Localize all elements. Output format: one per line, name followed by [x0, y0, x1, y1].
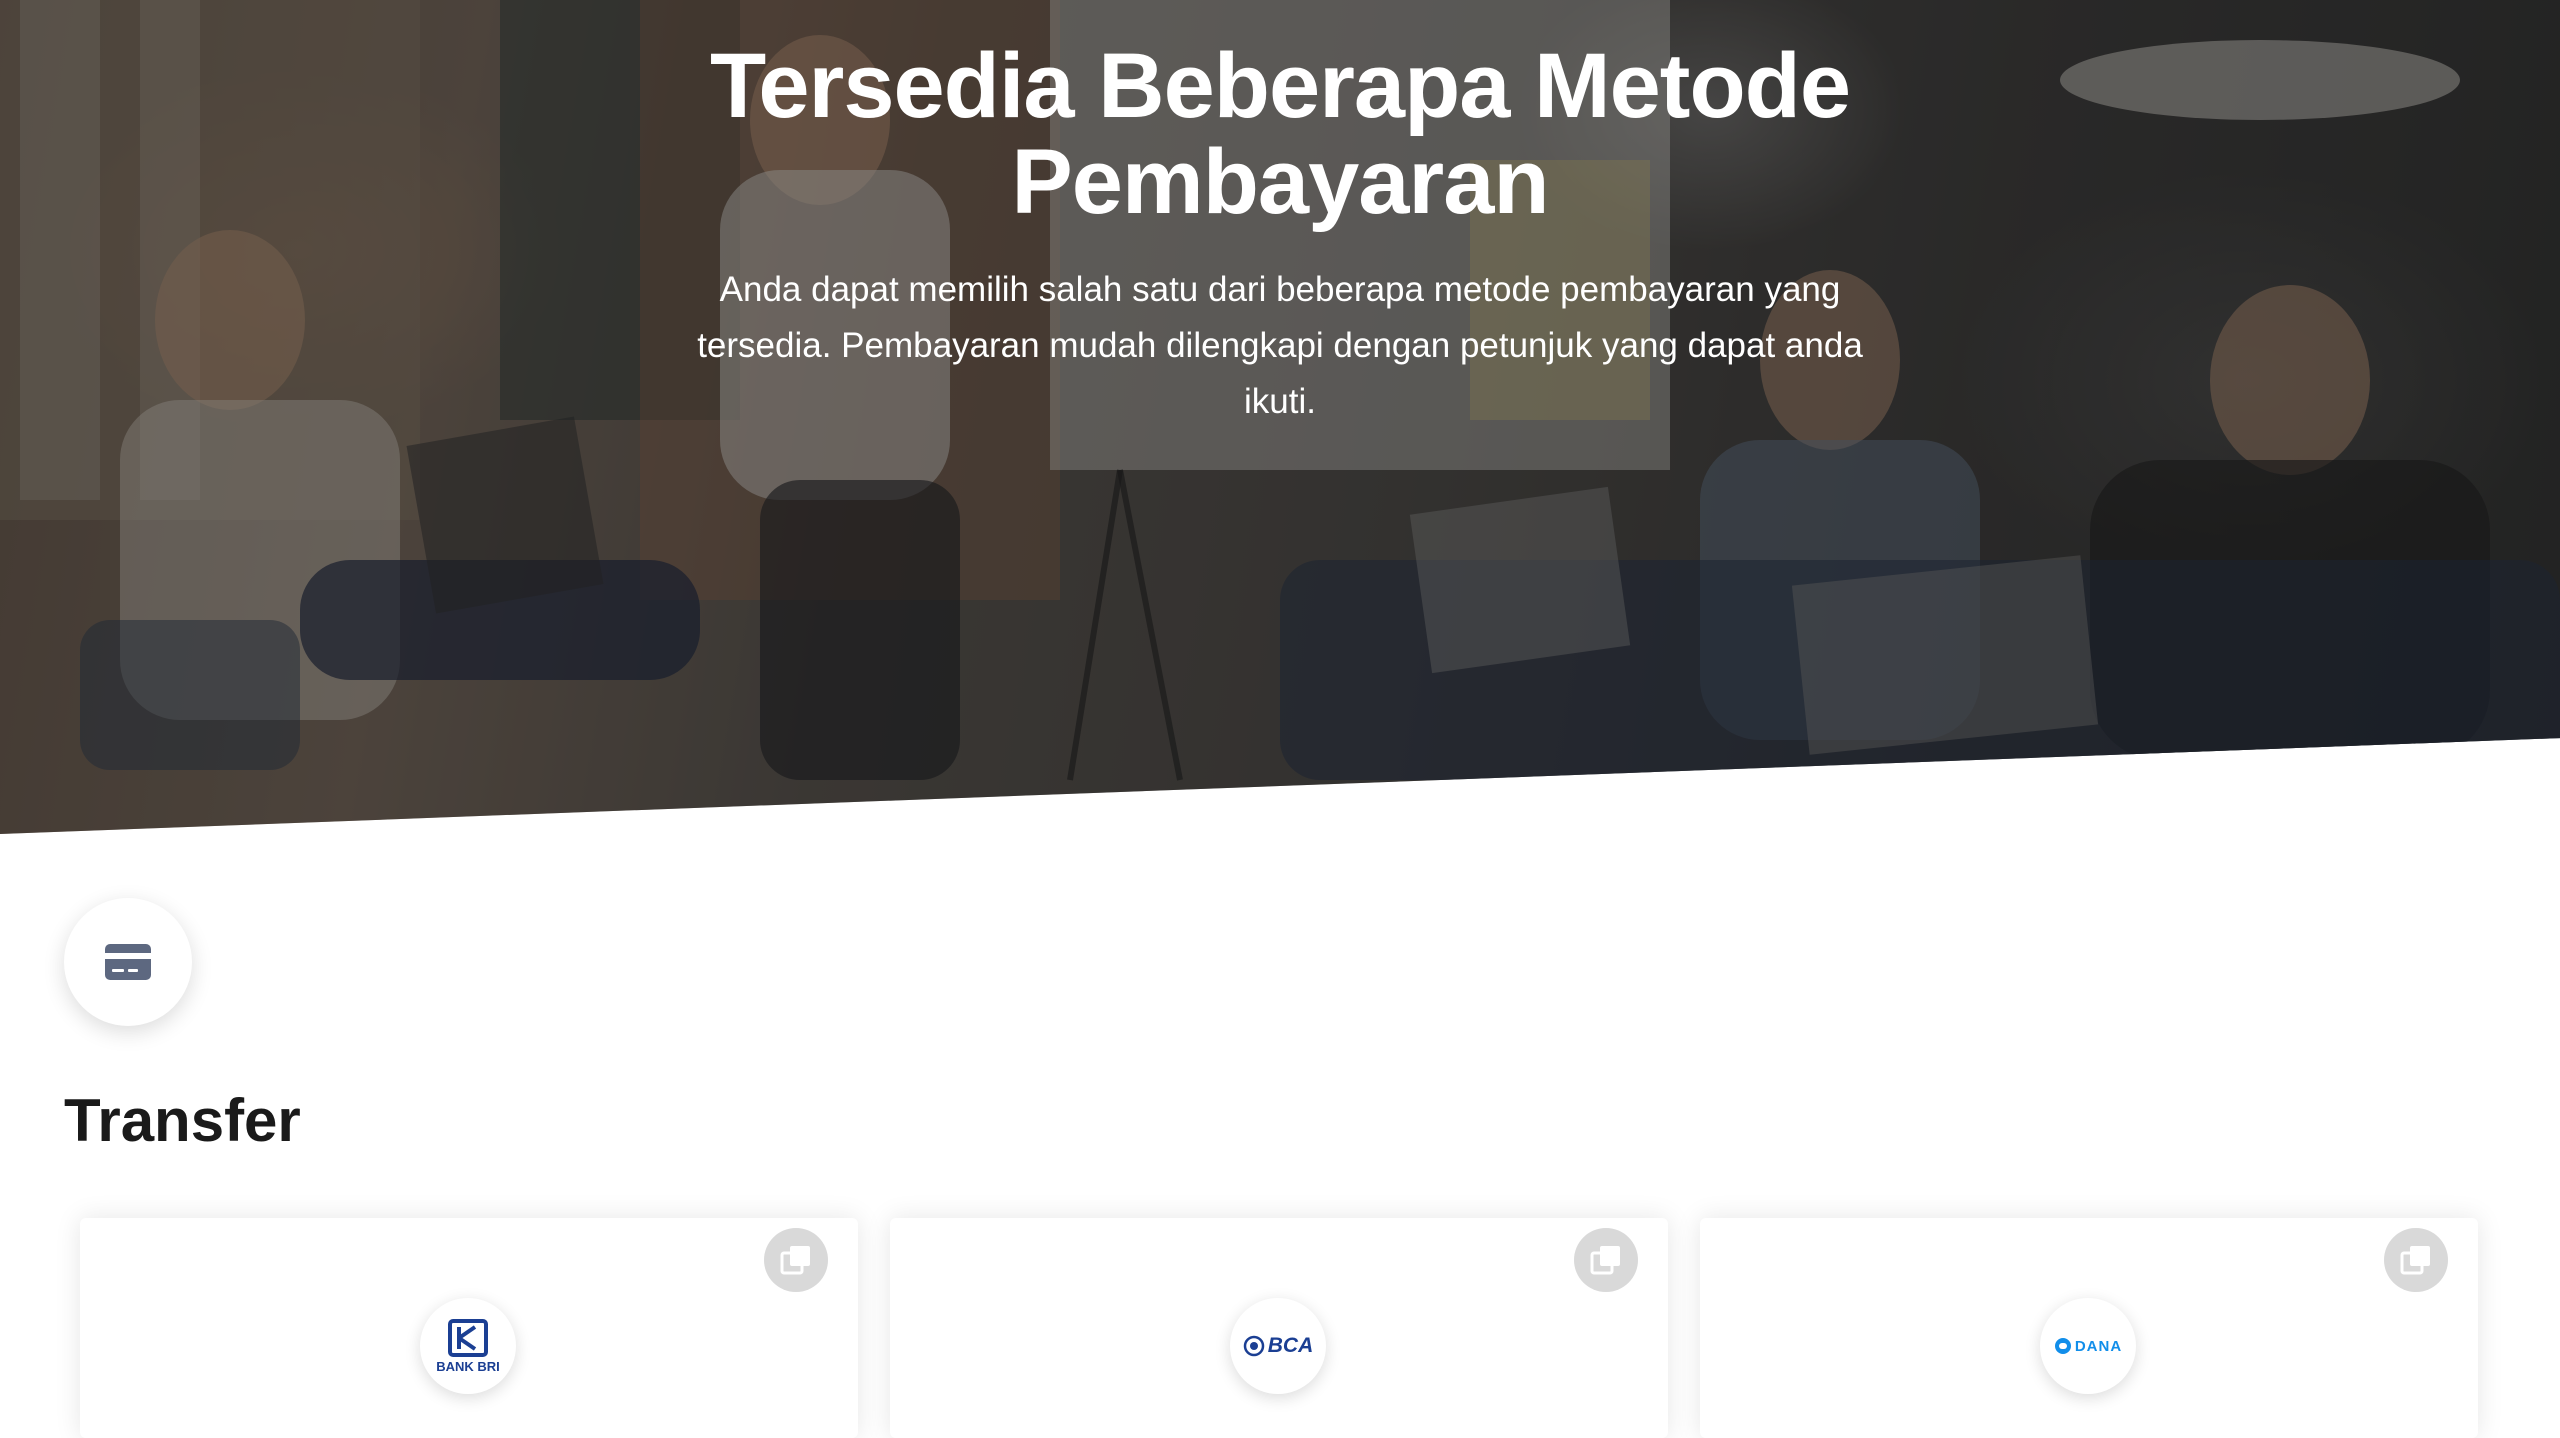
- payment-card-dana[interactable]: DANA: [1700, 1218, 2478, 1438]
- copy-button[interactable]: [2384, 1228, 2448, 1292]
- hero-subtitle: Anda dapat memilih salah satu dari beber…: [697, 270, 1863, 421]
- section-title: Transfer: [64, 1087, 301, 1154]
- credit-card-icon: [105, 944, 151, 980]
- copy-icon: [2400, 1246, 2430, 1275]
- bca-logo-mark: [1243, 1335, 1264, 1357]
- payment-card-bri[interactable]: BANK BRI: [80, 1218, 858, 1438]
- copy-icon: [780, 1246, 810, 1275]
- credit-card-icon-badge: [64, 898, 192, 1026]
- hero-banner: Tersedia Beberapa Metode Pembayaran Anda…: [0, 0, 2560, 834]
- bca-logo: BCA: [1230, 1298, 1326, 1394]
- dana-logo-mark: [2054, 1338, 2071, 1354]
- dana-logo: DANA: [2040, 1298, 2136, 1394]
- copy-button[interactable]: [1574, 1228, 1638, 1292]
- hero-title: Tersedia Beberapa Metode Pembayaran: [709, 35, 1851, 233]
- payment-card-bca[interactable]: BCA: [890, 1218, 1668, 1438]
- copy-icon: [1590, 1246, 1620, 1275]
- bca-logo-text: BCA: [1267, 1334, 1314, 1357]
- bri-logo: BANK BRI: [420, 1298, 516, 1394]
- bri-logo-text: BANK BRI: [436, 1358, 500, 1374]
- copy-button[interactable]: [764, 1228, 828, 1292]
- bri-logo-mark: [448, 1318, 488, 1357]
- dana-logo-text: DANA: [2074, 1337, 2123, 1355]
